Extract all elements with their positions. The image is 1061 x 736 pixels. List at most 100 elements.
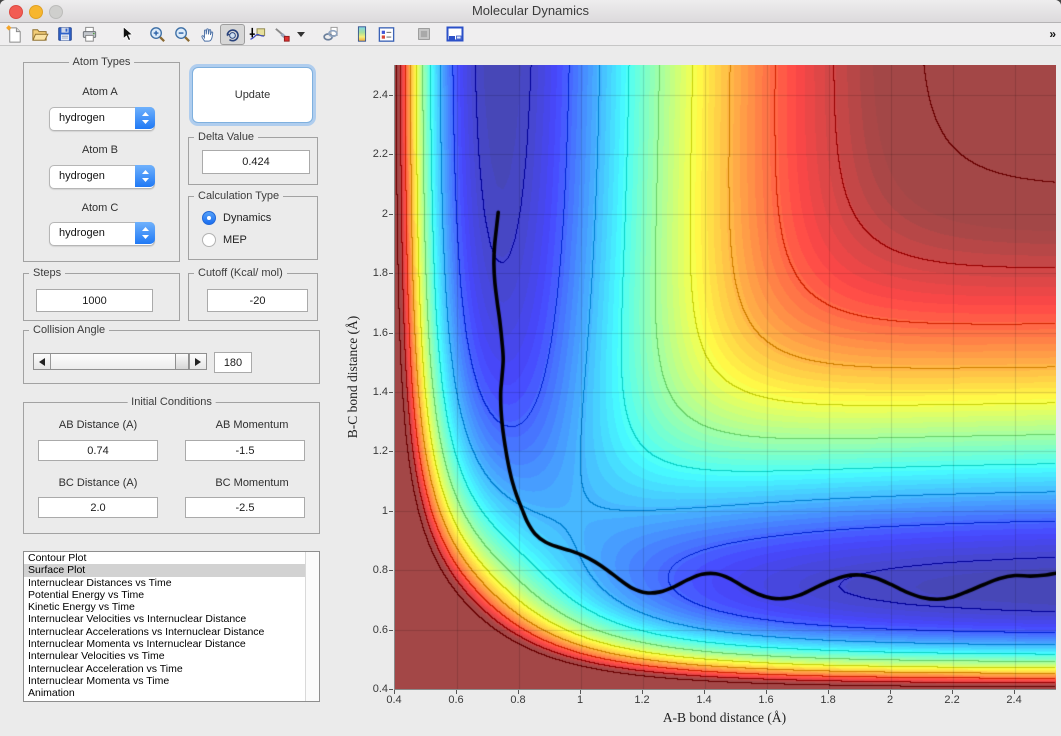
- zoom-out-icon[interactable]: [170, 24, 195, 45]
- list-item[interactable]: Internuclear Acceleration vs Time: [24, 663, 319, 675]
- figure-toolbar: »: [0, 23, 1061, 46]
- show-plot-tools-icon[interactable]: [442, 24, 467, 45]
- slider-left-arrow[interactable]: [34, 354, 51, 369]
- x-tick-label: 2.2: [944, 694, 960, 706]
- radio-icon[interactable]: [202, 233, 216, 247]
- ab-distance-field[interactable]: [38, 440, 158, 461]
- x-tick-label: 1: [576, 694, 584, 706]
- x-tick-mark: [394, 690, 395, 694]
- slider-thumb[interactable]: [175, 354, 189, 369]
- x-tick-label: 0.6: [448, 694, 464, 706]
- slider-right-arrow[interactable]: [189, 354, 206, 369]
- panel-title: Delta Value: [194, 131, 259, 143]
- collision-angle-slider[interactable]: [33, 353, 207, 370]
- brush-data-icon[interactable]: [270, 24, 295, 45]
- x-tick-mark: [952, 690, 953, 694]
- print-figure-icon[interactable]: [77, 24, 102, 45]
- edit-plot-pointer-icon[interactable]: [114, 24, 139, 45]
- bc-momentum-field[interactable]: [185, 497, 305, 518]
- y-axis-label: B-C bond distance (Å): [345, 315, 360, 439]
- list-item[interactable]: Contour Plot: [24, 552, 319, 564]
- insert-legend-icon[interactable]: [374, 24, 399, 45]
- x-tick-label: 1.2: [634, 694, 650, 706]
- listbox-scrollbar[interactable]: [305, 552, 319, 701]
- y-tick-mark: [389, 392, 393, 393]
- data-cursor-icon[interactable]: [245, 24, 270, 45]
- y-tick-label: 0.6: [372, 623, 388, 636]
- list-item[interactable]: Potential Energy vs Time: [24, 589, 319, 601]
- x-tick-mark: [518, 690, 519, 694]
- list-item[interactable]: Internuclear Momenta vs Internuclear Dis…: [24, 638, 319, 650]
- toolbar-overflow-icon[interactable]: »: [1049, 27, 1056, 41]
- list-item[interactable]: Internuclear Velocities vs Internuclear …: [24, 613, 319, 625]
- collision-angle-field[interactable]: [214, 352, 252, 373]
- x-tick-label: 0.4: [386, 694, 402, 706]
- y-tick-mark: [389, 689, 393, 690]
- mep-radio[interactable]: MEP: [202, 233, 247, 247]
- brush-menu-caret-icon[interactable]: [295, 24, 306, 45]
- y-tick-label: 0.4: [372, 683, 388, 695]
- x-tick-mark: [642, 690, 643, 694]
- radio-icon[interactable]: [202, 211, 216, 225]
- atom-a-popup[interactable]: hydrogen: [49, 107, 155, 131]
- bc-distance-label: BC Distance (A): [58, 477, 138, 489]
- atom-b-popup[interactable]: hydrogen: [49, 165, 155, 189]
- update-button[interactable]: Update: [192, 67, 313, 123]
- y-tick-label: 2: [381, 207, 388, 220]
- list-item[interactable]: Internuclear Momenta vs Time: [24, 675, 319, 687]
- y-tick-mark: [389, 570, 393, 571]
- bc-distance-field[interactable]: [38, 497, 158, 518]
- delta-value-field[interactable]: [202, 150, 310, 174]
- hide-plot-tools-icon[interactable]: [411, 24, 436, 45]
- y-tick-mark: [389, 333, 393, 334]
- x-tick-label: 1.6: [758, 694, 774, 706]
- panel-title: Atom Types: [68, 56, 135, 68]
- y-tick-mark: [389, 154, 393, 155]
- atom-a-value: hydrogen: [59, 112, 105, 124]
- steps-field[interactable]: [36, 289, 153, 312]
- save-figure-icon[interactable]: [52, 24, 77, 45]
- panel-title: Steps: [29, 267, 66, 279]
- y-tick-label: 1.8: [372, 267, 388, 280]
- list-item[interactable]: Kinetic Energy vs Time: [24, 601, 319, 613]
- plot-type-listbox[interactable]: Contour Plot Surface Plot Internuclear Dis…: [23, 551, 320, 702]
- x-tick-mark: [828, 690, 829, 694]
- dynamics-radio[interactable]: Dynamics: [202, 211, 271, 225]
- molecular-dynamics-window: Molecular Dynamics » Atom Types Atom A h…: [0, 0, 1061, 736]
- cutoff-field[interactable]: [207, 289, 308, 312]
- open-file-icon[interactable]: [27, 24, 52, 45]
- atom-c-popup[interactable]: hydrogen: [49, 222, 155, 246]
- list-item[interactable]: Animation: [24, 687, 319, 699]
- popup-chevrons-icon: [135, 222, 155, 244]
- popup-chevrons-icon: [135, 165, 155, 187]
- zoom-in-icon[interactable]: [145, 24, 170, 45]
- atom-c-value: hydrogen: [59, 227, 105, 239]
- list-item[interactable]: Surface Plot: [24, 564, 319, 577]
- x-tick-mark: [1014, 690, 1015, 694]
- ab-momentum-field[interactable]: [185, 440, 305, 461]
- x-tick-mark: [890, 690, 891, 694]
- potential-surface-contour-plot[interactable]: [394, 65, 1056, 690]
- atom-c-label: Atom C: [81, 202, 119, 214]
- y-tick-mark: [389, 273, 393, 274]
- link-plot-icon[interactable]: [318, 24, 343, 45]
- x-tick-label: 2: [886, 694, 894, 706]
- insert-colorbar-icon[interactable]: [349, 24, 374, 45]
- right-arrow-icon: [195, 357, 201, 366]
- panel-title: Initial Conditions: [127, 396, 216, 408]
- pan-hand-icon[interactable]: [195, 24, 220, 45]
- x-tick-mark: [456, 690, 457, 694]
- y-tick-mark: [389, 451, 393, 452]
- list-item[interactable]: Internuclear Distances vs Time: [24, 577, 319, 589]
- y-tick-label: 2.4: [372, 88, 388, 101]
- y-tick-mark: [389, 630, 393, 631]
- rotate-3d-icon[interactable]: [220, 23, 245, 45]
- list-item[interactable]: Internuclear Accelerations vs Internucle…: [24, 626, 319, 638]
- calculation-type-panel: Calculation Type: [188, 190, 318, 260]
- atom-b-value: hydrogen: [59, 170, 105, 182]
- radio-label: MEP: [223, 234, 247, 246]
- list-item[interactable]: Internulear Velocities vs Time: [24, 650, 319, 662]
- ab-distance-label: AB Distance (A): [58, 419, 138, 431]
- y-tick-mark: [389, 511, 393, 512]
- new-figure-icon[interactable]: [2, 24, 27, 45]
